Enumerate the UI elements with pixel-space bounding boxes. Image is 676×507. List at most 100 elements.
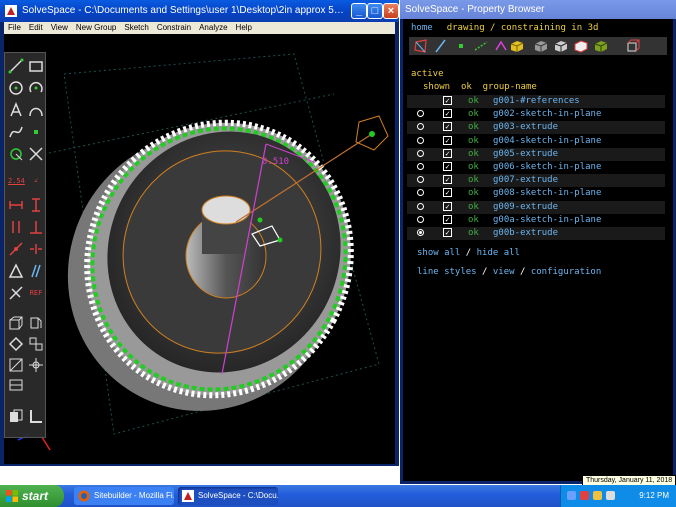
shown-checkbox[interactable]: ✓ [443, 148, 452, 158]
active-group-radio[interactable] [417, 189, 424, 197]
length-ratio-tool-icon[interactable]: 2.54 [8, 173, 25, 189]
arc-tool-icon[interactable] [28, 80, 44, 96]
angle-tool-icon[interactable]: ∠ [28, 173, 44, 189]
group-row[interactable]: ✓ ok g007-extrude [407, 174, 665, 188]
lathe-tool-icon[interactable] [28, 315, 44, 331]
mesh-toggle-icon[interactable] [593, 38, 609, 54]
group-name-link[interactable]: g004-sketch-in-plane [493, 135, 601, 148]
hide-all-link[interactable]: hide all [477, 248, 520, 258]
vertical-constraint-icon[interactable] [28, 197, 44, 213]
configuration-link[interactable]: configuration [531, 267, 601, 277]
faces-toggle-icon[interactable] [509, 38, 525, 54]
3d-viewport[interactable]: 0.510 [4, 34, 395, 464]
symmetric-constraint-icon[interactable] [28, 241, 44, 257]
line-styles-link[interactable]: line styles [417, 267, 477, 277]
home-link[interactable]: home [411, 23, 433, 33]
start-button[interactable]: start [0, 485, 64, 507]
constraints-toggle-icon[interactable] [493, 38, 509, 54]
shown-checkbox[interactable]: ✓ [443, 109, 452, 119]
tangent-constraint-icon[interactable] [28, 263, 44, 279]
menu-view[interactable]: View [47, 22, 72, 34]
clock[interactable]: 9:12 PM [639, 485, 669, 507]
perpendicular-constraint-icon[interactable] [28, 219, 44, 235]
menu-new-group[interactable]: New Group [72, 22, 120, 34]
text-tool-icon[interactable] [8, 102, 24, 118]
menu-help[interactable]: Help [232, 22, 256, 34]
main-title-bar[interactable]: SolveSpace - C:\Documents and Settings\u… [0, 0, 399, 22]
active-group-radio[interactable] [417, 163, 424, 170]
active-group-radio[interactable] [417, 202, 424, 210]
menu-constrain[interactable]: Constrain [153, 22, 195, 34]
active-group-radio[interactable] [417, 229, 424, 236]
group-name-link[interactable]: g002-sketch-in-plane [493, 108, 601, 121]
import-tool-icon[interactable] [8, 408, 24, 424]
group-name-link[interactable]: g001-#references [493, 95, 580, 108]
network-tray-icon[interactable] [567, 491, 576, 500]
view-link[interactable]: view [493, 267, 515, 277]
dimension-label[interactable]: 0.510 [262, 157, 289, 167]
active-group-radio[interactable] [417, 149, 424, 157]
active-group-radio[interactable] [417, 136, 424, 144]
show-all-link[interactable]: show all [417, 248, 460, 258]
reference-toggle-icon[interactable]: REF [28, 285, 44, 301]
shown-checkbox[interactable]: ✓ [443, 96, 452, 105]
corner-tool-icon[interactable] [28, 408, 44, 424]
step-rotate-tool-icon[interactable] [8, 336, 24, 352]
hidden-lines-toggle-icon[interactable] [625, 38, 641, 54]
group-row[interactable]: ✓ ok g001-#references [407, 95, 665, 108]
construction-toggle-icon[interactable] [473, 38, 489, 54]
shown-checkbox[interactable]: ✓ [443, 214, 452, 224]
workplanes-toggle-icon[interactable] [413, 38, 429, 54]
group-row[interactable]: ✓ ok g004-sketch-in-plane [407, 135, 665, 148]
active-group-radio[interactable] [417, 110, 424, 118]
line-tool-icon[interactable] [8, 58, 24, 74]
assembly-tool-icon[interactable] [8, 377, 24, 393]
shown-checkbox[interactable]: ✓ [443, 228, 452, 237]
group-row[interactable]: ✓ ok g00a-sketch-in-plane [407, 214, 665, 227]
construction-toggle-icon[interactable] [8, 285, 24, 301]
shown-checkbox[interactable]: ✓ [443, 162, 452, 171]
bezier-tool-icon[interactable] [8, 124, 24, 140]
taskbar-item-solvespace[interactable]: SolveSpace - C:\Docu... [178, 487, 278, 505]
extrude-tool-icon[interactable] [8, 315, 24, 331]
group-name-link[interactable]: g008-sketch-in-plane [493, 187, 601, 200]
nearest-view-icon[interactable] [28, 357, 44, 373]
outline-toggle-icon[interactable] [573, 38, 589, 54]
workplane-tool-icon[interactable] [8, 146, 24, 162]
parallel-constraint-icon[interactable] [8, 219, 24, 235]
shown-checkbox[interactable]: ✓ [443, 135, 452, 145]
tangent-arc-tool-icon[interactable] [28, 102, 44, 118]
group-name-link[interactable]: g005-extrude [493, 148, 558, 161]
points-toggle-icon[interactable] [453, 38, 469, 54]
horizontal-constraint-icon[interactable] [8, 197, 24, 213]
shown-checkbox[interactable]: ✓ [443, 201, 452, 211]
volume-tray-icon[interactable] [606, 491, 615, 500]
group-row[interactable]: ✓ ok g005-extrude [407, 147, 665, 161]
group-row[interactable]: ✓ ok g00b-extrude [407, 227, 665, 240]
shown-checkbox[interactable]: ✓ [443, 188, 452, 198]
normals-toggle-icon[interactable] [433, 38, 449, 54]
active-group-radio[interactable] [417, 176, 424, 184]
point-tool-icon[interactable] [28, 124, 44, 140]
group-name-link[interactable]: g006-sketch-in-plane [493, 161, 601, 174]
close-button[interactable]: × [383, 3, 399, 19]
menu-edit[interactable]: Edit [25, 22, 47, 34]
property-title-bar[interactable]: SolveSpace - Property Browser [400, 0, 676, 19]
active-group-radio[interactable] [417, 215, 424, 223]
group-name-link[interactable]: g009-extrude [493, 201, 558, 214]
rectangle-tool-icon[interactable] [28, 58, 44, 74]
group-name-link[interactable]: g003-extrude [493, 121, 558, 134]
group-row[interactable]: ✓ ok g003-extrude [407, 121, 665, 135]
group-name-link[interactable]: g00b-extrude [493, 227, 558, 240]
menu-sketch[interactable]: Sketch [120, 22, 152, 34]
active-group-radio[interactable] [417, 123, 424, 131]
menu-analyze[interactable]: Analyze [195, 22, 231, 34]
circle-tool-icon[interactable] [8, 80, 24, 96]
minimize-button[interactable]: _ [351, 3, 367, 19]
maximize-button[interactable]: □ [367, 3, 383, 19]
shown-checkbox[interactable]: ✓ [443, 175, 452, 185]
point-on-line-constraint-icon[interactable] [8, 241, 24, 257]
security-tray-icon[interactable] [580, 491, 589, 500]
update-tray-icon[interactable] [593, 491, 602, 500]
group-row[interactable]: ✓ ok g006-sketch-in-plane [407, 161, 665, 174]
